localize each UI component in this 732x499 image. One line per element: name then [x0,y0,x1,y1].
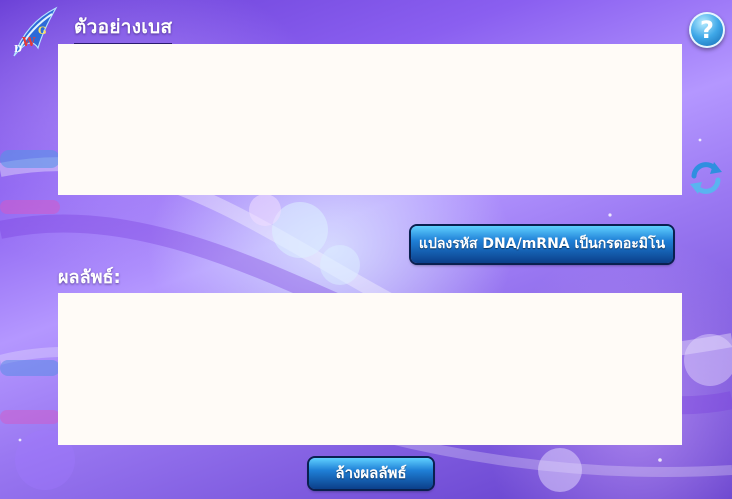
page-title: ตัวอย่างเบส [74,12,173,44]
dwg-logo: W G D [13,6,58,57]
help-button[interactable]: ? [689,12,725,48]
refresh-icon[interactable] [688,158,724,198]
result-label: ผลลัพธ์: [58,267,121,288]
result-output-area [58,293,682,445]
clear-result-button[interactable]: ล้างผลลัพธ์ [309,458,433,489]
app-window: W G D ตัวอย่างเบส ? แปลงรหัส DNA/mRNA เป… [0,0,732,499]
question-mark-icon: ? [700,16,714,44]
base-input-area[interactable] [58,44,682,195]
svg-text:D: D [14,45,22,55]
svg-text:W: W [21,35,36,49]
convert-button[interactable]: แปลงรหัส DNA/mRNA เป็นกรดอะมิโน [411,226,673,263]
svg-text:G: G [38,26,47,37]
